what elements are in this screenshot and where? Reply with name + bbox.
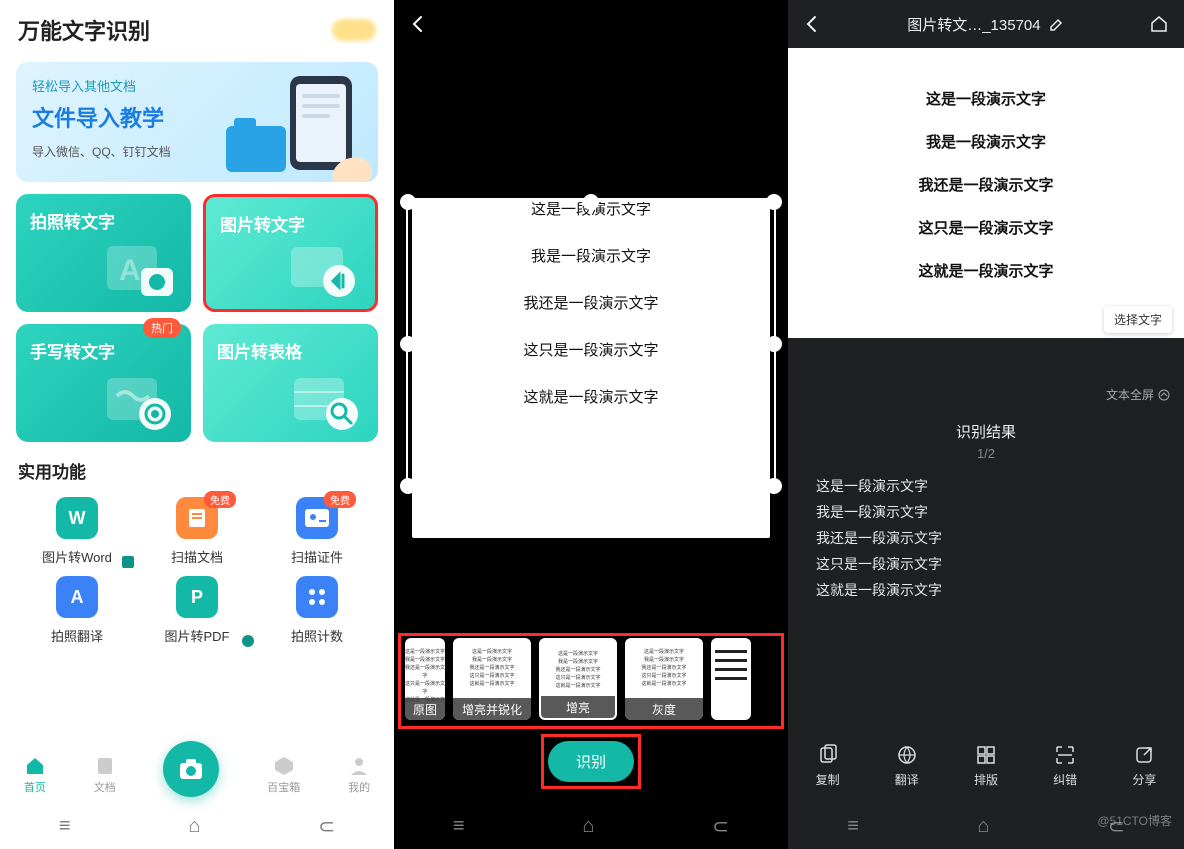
result-line: 这只是一段演示文字 [816,551,1156,577]
crop-screen: 这是一段演示文字 我是一段演示文字 我还是一段演示文字 这只是一段演示文字 这就… [394,0,788,849]
filter-row: 这是一段演示文字我是一段演示文字我还是一段演示文字这只是一段演示文字这就是一段演… [398,633,784,729]
tool-label: 扫描文档 [171,547,223,566]
edit-icon[interactable] [1049,18,1063,32]
card-photo-to-text[interactable]: 拍照转文字 A [16,194,191,312]
result-line: 这是一段演示文字 [816,473,1156,499]
card-label: 图片转表格 [217,343,302,362]
card-label: 拍照转文字 [30,213,115,232]
nav-home[interactable]: 首页 [24,755,46,795]
home-icon[interactable]: ⌂ [582,815,594,838]
filter-gray[interactable]: 这是一段演示文字我是一段演示文字我还是一段演示文字这只是一段演示文字这就是一段演… [625,638,703,720]
import-tutorial-banner[interactable]: 轻松导入其他文档 文件导入教学 导入微信、QQ、钉钉文档 [16,62,378,182]
menu-icon[interactable]: ≡ [847,815,859,838]
fullscreen-toggle[interactable]: 文本全屏 [788,380,1184,409]
select-text-button[interactable]: 选择文字 [1104,306,1172,333]
doc-line: 这是一段演示文字 [788,88,1184,109]
result-screen: 图片转文…_135704 这是一段演示文字 我是一段演示文字 我还是一段演示文字… [788,0,1184,849]
hot-badge: 热门 [143,318,181,338]
preview-line: 我是一段演示文字 [412,245,770,266]
result-count: 1/2 [788,446,1184,461]
doc-line: 我是一段演示文字 [788,131,1184,152]
tool-image-to-word[interactable]: W 图片转Word [22,497,132,566]
tool-label: 图片转Word [42,547,112,566]
card-label: 图片转文字 [220,216,305,235]
result-line: 这就是一段演示文字 [816,577,1156,603]
tool-image-to-pdf[interactable]: P 图片转PDF [142,576,252,645]
result-line: 我还是一段演示文字 [816,525,1156,551]
recognize-highlight: 识别 [541,734,641,789]
action-layout[interactable]: 排版 [974,744,998,788]
card-image-to-text[interactable]: 图片转文字 [203,194,378,312]
chevron-up-icon [1158,389,1170,401]
back-arrow-icon[interactable] [408,14,428,34]
svg-text:A: A [119,254,141,287]
home-icon[interactable] [1148,13,1170,35]
recognize-button[interactable]: 识别 [548,741,634,782]
watermark: @51CTO博客 [1097,812,1172,829]
filter-more[interactable] [711,638,751,720]
filter-bright[interactable]: 这是一段演示文字我是一段演示文字我还是一段演示文字这只是一段演示文字这就是一段演… [539,638,617,720]
menu-icon[interactable]: ≡ [453,815,465,838]
home-screen: 万能文字识别 轻松导入其他文档 文件导入教学 导入微信、QQ、钉钉文档 拍照转文… [0,0,394,849]
preview-line: 这就是一段演示文字 [412,386,770,407]
filter-bright-sharp[interactable]: 这是一段演示文字我是一段演示文字我还是一段演示文字这只是一段演示文字这就是一段演… [453,638,531,720]
nav-docs[interactable]: 文档 [94,755,116,795]
doc-line: 这只是一段演示文字 [788,217,1184,238]
doc-line: 这就是一段演示文字 [788,260,1184,281]
result-line: 我是一段演示文字 [816,499,1156,525]
page-title: 图片转文…_135704 [907,17,1040,34]
user-badge[interactable] [332,19,376,41]
preview-line: 这是一段演示文字 [412,198,770,219]
free-badge: 免费 [204,491,236,508]
card-label: 手写转文字 [30,343,115,362]
result-document: 这是一段演示文字 我是一段演示文字 我还是一段演示文字 这只是一段演示文字 这就… [788,48,1184,338]
free-badge: 免费 [324,491,356,508]
translate-icon: A [56,576,98,618]
result-title: 识别结果 [788,421,1184,442]
nav-camera[interactable] [163,741,219,797]
section-utilities-title: 实用功能 [0,442,394,489]
action-translate[interactable]: 翻译 [895,744,919,788]
action-correct[interactable]: 纠错 [1053,744,1077,788]
home-icon[interactable]: ⌂ [188,815,200,838]
home-icon[interactable]: ⌂ [977,815,989,838]
tool-label: 拍照翻译 [51,626,103,645]
tool-label: 图片转PDF [164,626,229,645]
preview-line: 这只是一段演示文字 [412,339,770,360]
card-handwriting-to-text[interactable]: 热门 手写转文字 [16,324,191,442]
action-bar: 复制 翻译 排版 纠错 分享 [788,731,1184,801]
tool-scan-id[interactable]: 免费 扫描证件 [262,497,372,566]
card-image-to-table[interactable]: 图片转表格 [203,324,378,442]
word-icon: W [56,497,98,539]
count-icon [296,576,338,618]
nav-me[interactable]: 我的 [348,755,370,795]
tool-label: 拍照计数 [291,626,343,645]
tool-photo-translate[interactable]: A 拍照翻译 [22,576,132,645]
preview-line: 我还是一段演示文字 [412,292,770,313]
bottom-nav: 首页 文档 百宝箱 我的 [0,745,394,805]
document-preview[interactable]: 这是一段演示文字 我是一段演示文字 我还是一段演示文字 这只是一段演示文字 这就… [412,198,770,538]
back-icon[interactable]: ⊂ [318,814,335,839]
system-nav: ≡ ⌂ ⊂ [394,811,788,841]
filter-original[interactable]: 这是一段演示文字我是一段演示文字我还是一段演示文字这只是一段演示文字这就是一段演… [405,638,445,720]
result-text[interactable]: 这是一段演示文字 我是一段演示文字 我还是一段演示文字 这只是一段演示文字 这就… [788,473,1184,603]
nav-toolbox[interactable]: 百宝箱 [267,755,300,795]
pdf-icon: P [176,576,218,618]
system-nav: ≡ ⌂ ⊂ [0,811,394,841]
tool-label: 扫描证件 [291,547,343,566]
action-copy[interactable]: 复制 [816,744,840,788]
back-arrow-icon[interactable] [802,14,822,34]
tool-photo-count[interactable]: 拍照计数 [262,576,372,645]
back-icon[interactable]: ⊂ [712,814,729,839]
app-title: 万能文字识别 [18,14,150,46]
tool-scan-doc[interactable]: 免费 扫描文档 [142,497,252,566]
menu-icon[interactable]: ≡ [59,815,71,838]
doc-line: 我还是一段演示文字 [788,174,1184,195]
action-share[interactable]: 分享 [1132,744,1156,788]
